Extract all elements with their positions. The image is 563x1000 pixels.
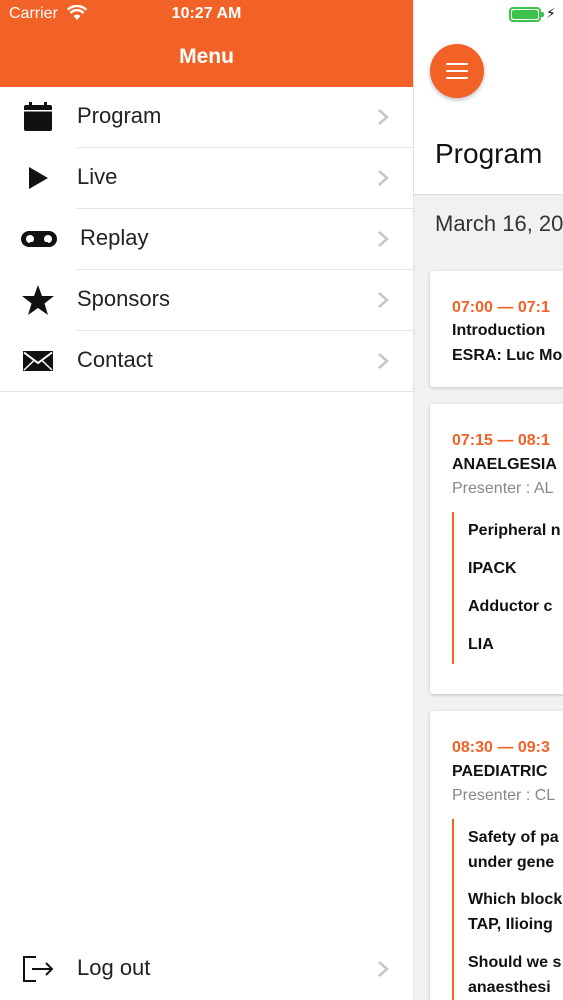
status-bar-right: ⚡	[413, 0, 563, 30]
menu-toggle-button[interactable]	[430, 44, 484, 98]
session-time: 08:30 — 09:3	[452, 739, 550, 756]
talk-list: Safety of pa under gene Which block TAP,…	[452, 819, 562, 1000]
menu-item-label: Contact	[77, 347, 153, 372]
talk-item[interactable]: Peripheral n	[468, 518, 560, 543]
program-screen: ⚡ Program March 16, 20 07:00 — 07:1 Intr…	[413, 0, 563, 1000]
talk-item[interactable]: Safety of pa	[468, 825, 559, 850]
star-icon	[22, 285, 54, 315]
chevron-right-icon	[378, 353, 389, 369]
menu-item-live[interactable]: Live	[0, 148, 413, 209]
menu-item-program[interactable]: Program	[0, 87, 413, 148]
session-card[interactable]: 08:30 — 09:3 PAEDIATRIC Presenter : CL S…	[430, 711, 563, 1000]
talk-item[interactable]: under gene	[468, 850, 554, 875]
menu-item-replay[interactable]: Replay	[0, 209, 413, 270]
menu-item-sponsors[interactable]: Sponsors	[0, 270, 413, 331]
chevron-right-icon	[378, 109, 389, 125]
talk-list: Peripheral n IPACK Adductor c LIA	[452, 512, 560, 664]
charging-icon: ⚡	[546, 5, 556, 21]
talk-item[interactable]: LIA	[468, 632, 494, 657]
status-time: 10:27 AM	[171, 5, 242, 22]
session-presenter: Presenter : CL	[452, 787, 556, 804]
calendar-icon	[24, 102, 52, 131]
talk-item[interactable]: IPACK	[468, 556, 517, 581]
page-title: Program	[435, 138, 543, 169]
play-icon	[29, 167, 48, 189]
menu-item-label: Live	[77, 164, 118, 189]
logout-icon	[23, 956, 54, 982]
program-date: March 16, 20	[435, 211, 563, 236]
talk-item[interactable]: anaesthesi	[468, 975, 551, 1000]
talk-item[interactable]: Should we s	[468, 950, 561, 975]
session-card[interactable]: 07:15 — 08:1 ANAELGESIA Presenter : AL P…	[430, 404, 563, 694]
menu-item-logout[interactable]: Log out	[0, 939, 413, 1000]
chevron-right-icon	[378, 961, 389, 977]
session-title: ANAELGESIA	[452, 456, 557, 473]
menu-header: Carrier 10:27 AM Menu	[0, 0, 413, 87]
session-title: PAEDIATRIC	[452, 763, 548, 780]
envelope-icon	[23, 351, 53, 371]
talk-item[interactable]: Adductor c	[468, 594, 552, 619]
menu-item-label: Log out	[77, 955, 151, 980]
divider	[0, 391, 413, 392]
menu-title: Menu	[179, 45, 234, 68]
chevron-right-icon	[378, 292, 389, 308]
session-card[interactable]: 07:00 — 07:1 Introduction ESRA: Luc Mo	[430, 271, 563, 387]
chevron-right-icon	[378, 170, 389, 186]
chevron-right-icon	[378, 231, 389, 247]
menu-item-contact[interactable]: Contact	[0, 331, 413, 392]
talk-item[interactable]: Which block	[468, 887, 562, 912]
session-title: Introduction	[452, 322, 546, 339]
menu-item-label: Replay	[80, 225, 149, 250]
side-menu: Carrier 10:27 AM Menu Program Live Repla…	[0, 0, 413, 1000]
battery-icon	[509, 7, 544, 22]
menu-item-label: Sponsors	[77, 286, 170, 311]
session-time: 07:15 — 08:1	[452, 432, 550, 449]
talk-item[interactable]: TAP, Ilioing	[468, 912, 553, 937]
session-title: ESRA: Luc Mo	[452, 347, 563, 364]
voicemail-icon	[21, 231, 57, 247]
menu-item-label: Program	[77, 103, 162, 128]
session-time: 07:00 — 07:1	[452, 299, 550, 316]
session-presenter: Presenter : AL	[452, 480, 554, 497]
